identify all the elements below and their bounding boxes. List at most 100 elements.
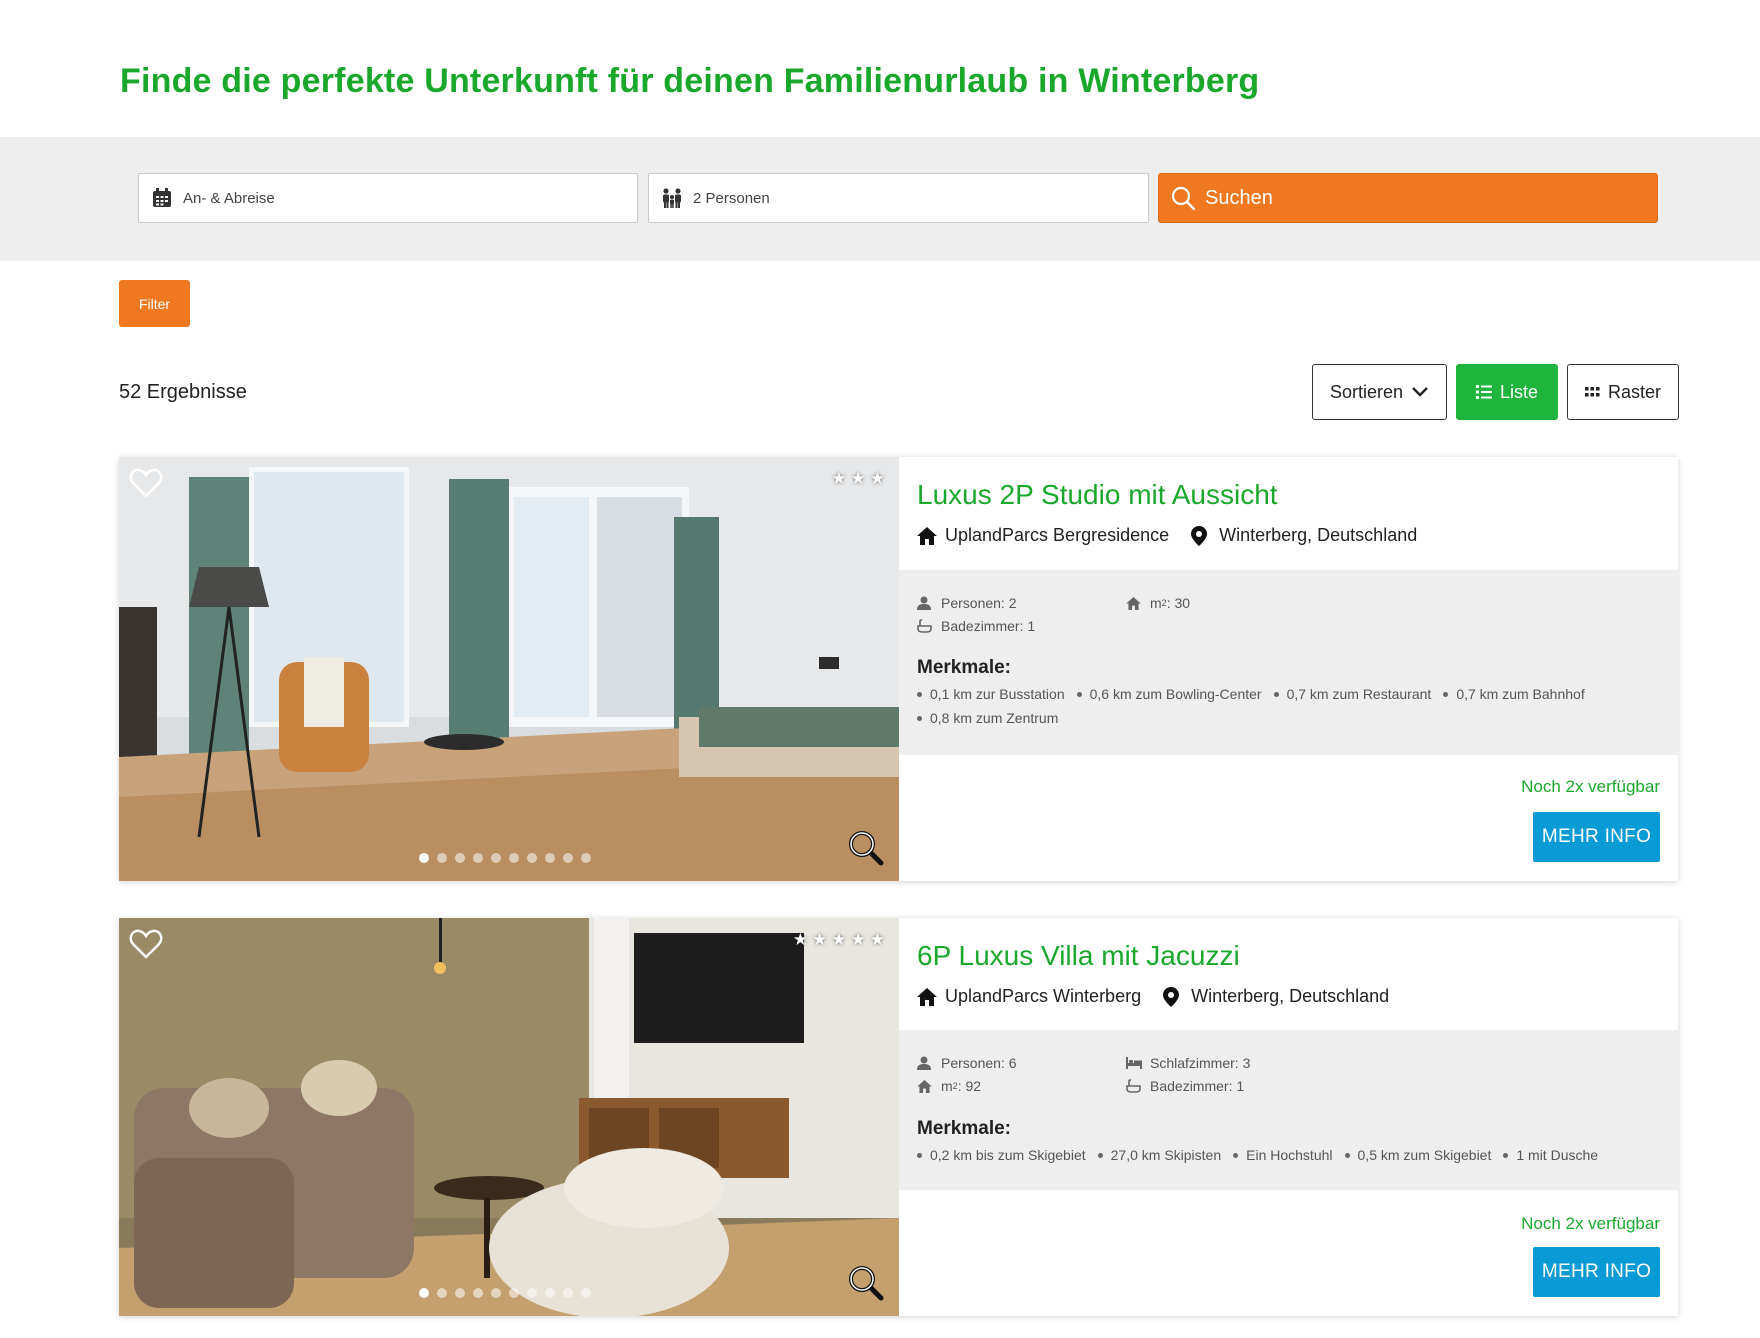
filter-button[interactable]: Filter [119,280,190,327]
map-pin-icon [1191,525,1211,546]
star-icon: ★ [831,469,847,488]
carousel-dot[interactable] [491,853,501,863]
bathrooms-attr: Badezimmer: 1 [917,618,1035,634]
photo-carousel-dots [419,853,591,863]
carousel-dot[interactable] [473,1288,483,1298]
carousel-dot[interactable] [581,1288,591,1298]
feature-item: 0,7 km zum Restaurant [1274,686,1432,702]
listing-details: Personen: 2 m2: 30 Badezimmer: 1 Merkmal… [899,570,1678,755]
favorite-heart-icon[interactable] [129,467,163,499]
search-icon [1169,184,1197,212]
location: Winterberg, Deutschland [1191,986,1390,1006]
carousel-dot[interactable] [509,1288,519,1298]
star-icon: ★ [850,469,866,488]
carousel-dot[interactable] [509,853,519,863]
feature-item: 0,1 km zur Busstation [917,686,1065,702]
family-icon [661,187,683,209]
more-info-button[interactable]: MEHR INFO [1533,812,1660,862]
carousel-dot[interactable] [545,1288,555,1298]
area-attr: m2: 30 [1126,595,1190,611]
carousel-dot[interactable] [581,853,591,863]
guests-field[interactable]: 2 Personen [648,173,1149,223]
sort-dropdown[interactable]: Sortieren [1312,364,1447,420]
feature-item: 1 mit Dusche [1503,1147,1598,1163]
sort-label: Sortieren [1329,381,1404,402]
person-icon [917,1055,933,1071]
date-range-field[interactable]: An- & Abreise [138,173,638,223]
listing-title[interactable]: 6P Luxus Villa mit Jacuzzi [917,940,1240,972]
search-button-label: Suchen [1205,186,1273,209]
star-icon: ★ [869,469,885,488]
carousel-dot[interactable] [419,1288,429,1298]
features-title: Merkmale: [917,1118,1011,1139]
grid-view-button[interactable]: Raster [1567,364,1679,420]
feature-item: 0,6 km zum Bowling-Center [1077,686,1262,702]
feature-item: 27,0 km Skipisten [1098,1147,1222,1163]
availability: Noch 2x verfügbar [1521,1214,1660,1233]
listing-photo[interactable]: ★ ★ ★ [119,457,899,881]
persons-attr: Personen: 2 [917,595,1017,611]
location: Winterberg, Deutschland [1219,525,1418,545]
list-view-button[interactable]: Liste [1456,364,1558,420]
features-title: Merkmale: [917,657,1011,678]
results-count: 52 Ergebnisse [119,381,247,403]
carousel-dot[interactable] [473,853,483,863]
carousel-dot[interactable] [437,853,447,863]
date-range-placeholder: An- & Abreise [183,189,275,207]
villa-photo [119,918,899,1316]
area-attr: m2: 92 [917,1078,981,1094]
carousel-dot[interactable] [455,1288,465,1298]
feature-item: 0,5 km zum Skigebiet [1345,1147,1492,1163]
home-icon [917,987,937,1007]
listing-title[interactable]: Luxus 2P Studio mit Aussicht [917,479,1278,511]
carousel-dot[interactable] [545,853,555,863]
map-pin-icon [1163,986,1183,1007]
listing-meta: UplandParcs Winterberg Winterberg, Deuts… [917,986,1389,1007]
features-list: 0,2 km bis zum Skigebiet 27,0 km Skipist… [917,1147,1667,1163]
chevron-down-icon [1411,386,1429,398]
listing-card: ★ ★ ★ Luxus 2P Studio mit Aussicht Uplan… [119,457,1678,881]
star-icon: ★ [831,930,847,949]
bathrooms-attr: Badezimmer: 1 [1126,1078,1244,1094]
carousel-dot[interactable] [437,1288,447,1298]
list-view-label: Liste [1499,381,1539,402]
star-icon: ★ [869,930,885,949]
carousel-dot[interactable] [455,853,465,863]
star-rating: ★ ★ ★ ★ ★ [793,930,885,950]
favorite-heart-icon[interactable] [129,928,163,960]
studio-photo [119,457,899,881]
grid-view-label: Raster [1607,381,1661,402]
listing-card: ★ ★ ★ ★ ★ 6P Luxus Villa mit Jacuzzi Upl… [119,918,1678,1316]
home-icon [917,1078,933,1094]
feature-item: 0,7 km zum Bahnhof [1443,686,1584,702]
feature-item: 0,8 km zum Zentrum [917,710,1058,726]
page-title: Finde die perfekte Unterkunft für deinen… [120,62,1260,100]
search-button[interactable]: Suchen [1158,173,1658,223]
bedrooms-attr: Schlafzimmer: 3 [1126,1055,1250,1071]
carousel-dot[interactable] [419,853,429,863]
star-icon: ★ [850,930,866,949]
zoom-icon[interactable] [847,1264,885,1302]
carousel-dot[interactable] [527,853,537,863]
park-name: UplandParcs Winterberg [945,986,1142,1006]
carousel-dot[interactable] [563,1288,573,1298]
availability: Noch 2x verfügbar [1521,777,1660,796]
grid-icon [1584,387,1600,397]
photo-carousel-dots [419,1288,591,1298]
listing-details: Personen: 6 Schlafzimmer: 3 m2: 92 Badez… [899,1030,1678,1190]
zoom-icon[interactable] [847,829,885,867]
features-list: 0,1 km zur Busstation 0,6 km zum Bowling… [917,686,1667,726]
bathtub-icon [1126,1078,1142,1094]
feature-item: Ein Hochstuhl [1233,1147,1332,1163]
star-icon: ★ [812,930,828,949]
listing-info: Luxus 2P Studio mit Aussicht UplandParcs… [899,457,1678,881]
carousel-dot[interactable] [527,1288,537,1298]
carousel-dot[interactable] [491,1288,501,1298]
guests-value: 2 Personen [693,189,770,207]
more-info-button[interactable]: MEHR INFO [1533,1247,1660,1297]
carousel-dot[interactable] [563,853,573,863]
listing-photo[interactable]: ★ ★ ★ ★ ★ [119,918,899,1316]
persons-attr: Personen: 6 [917,1055,1017,1071]
star-rating: ★ ★ ★ [831,469,885,489]
bathtub-icon [917,618,933,634]
